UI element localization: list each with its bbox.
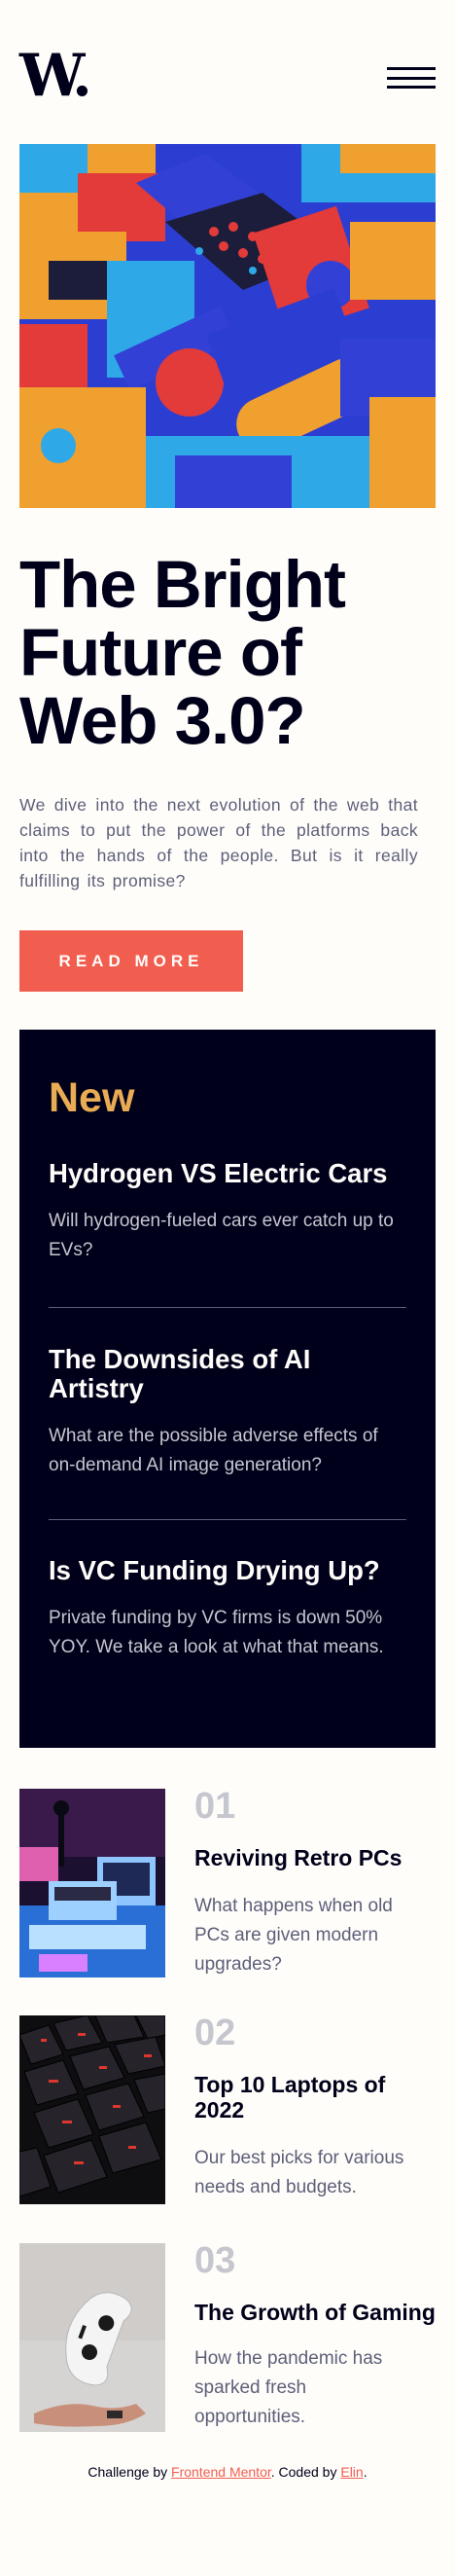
laptop-keyboard-image[interactable] <box>19 2015 165 2204</box>
new-articles-panel: New Hydrogen VS Electric Cars Will hydro… <box>19 1030 436 1748</box>
menu-bar <box>387 67 436 70</box>
divider <box>49 1307 406 1308</box>
trending-desc: How the pandemic has sparked fresh oppor… <box>194 2348 383 2427</box>
trending-item: 01 Reviving Retro PCs What happens when … <box>19 1786 436 1977</box>
frontend-mentor-link[interactable]: Frontend Mentor <box>171 2464 271 2480</box>
trending-item: 03 The Growth of Gaming How the pandemic… <box>19 2240 436 2432</box>
new-article-item[interactable]: The Downsides of AI Artistry What are th… <box>49 1345 406 1480</box>
footer-text: . <box>363 2464 368 2480</box>
trending-number: 03 <box>194 2240 236 2281</box>
new-article-title[interactable]: Is VC Funding Drying Up? <box>49 1556 406 1585</box>
trending-desc: What happens when old PCs are given mode… <box>194 1896 393 1975</box>
retro-pc-image[interactable] <box>19 1789 165 1977</box>
trending-title[interactable]: Top 10 Laptops of 2022 <box>194 2072 436 2122</box>
divider <box>49 1519 406 1520</box>
new-article-item[interactable]: Hydrogen VS Electric Cars Will hydrogen-… <box>49 1159 406 1265</box>
trending-number: 02 <box>194 2013 236 2053</box>
new-article-item[interactable]: Is VC Funding Drying Up? Private funding… <box>49 1556 406 1662</box>
new-article-desc: Will hydrogen-fueled cars ever catch up … <box>49 1211 394 1260</box>
author-link[interactable]: Elin <box>340 2464 363 2480</box>
read-more-button[interactable]: READ MORE <box>19 930 243 992</box>
footer-text: . Coded by <box>270 2464 341 2480</box>
attribution-footer: Challenge by Frontend Mentor. Coded by E… <box>0 2462 455 2482</box>
abstract-web3-blocks-image <box>19 144 436 508</box>
new-article-title[interactable]: The Downsides of AI Artistry <box>49 1345 406 1403</box>
new-article-desc: What are the possible adverse effects of… <box>49 1426 378 1475</box>
trending-item: 02 Top 10 Laptops of 2022 Our best picks… <box>19 2013 436 2204</box>
footer-text: Challenge by <box>88 2464 172 2480</box>
trending-title[interactable]: Reviving Retro PCs <box>194 1845 436 1870</box>
gaming-controller-image[interactable] <box>19 2243 165 2432</box>
trending-title[interactable]: The Growth of Gaming <box>194 2300 436 2325</box>
trending-desc: Our best picks for various needs and bud… <box>194 2148 404 2197</box>
site-logo[interactable]: W. <box>19 47 92 105</box>
hamburger-menu-icon[interactable] <box>387 67 436 89</box>
page-headline: The Bright Future of Web 3.0? <box>19 547 346 758</box>
trending-number: 01 <box>194 1786 236 1827</box>
menu-bar <box>387 86 436 89</box>
intro-paragraph: We dive into the next evolution of the w… <box>19 795 418 890</box>
new-article-title[interactable]: Hydrogen VS Electric Cars <box>49 1159 406 1188</box>
menu-bar <box>387 76 436 80</box>
new-panel-title: New <box>49 1074 135 1121</box>
site-header: W. <box>19 47 436 109</box>
new-article-desc: Private funding by VC firms is down 50% … <box>49 1608 384 1657</box>
